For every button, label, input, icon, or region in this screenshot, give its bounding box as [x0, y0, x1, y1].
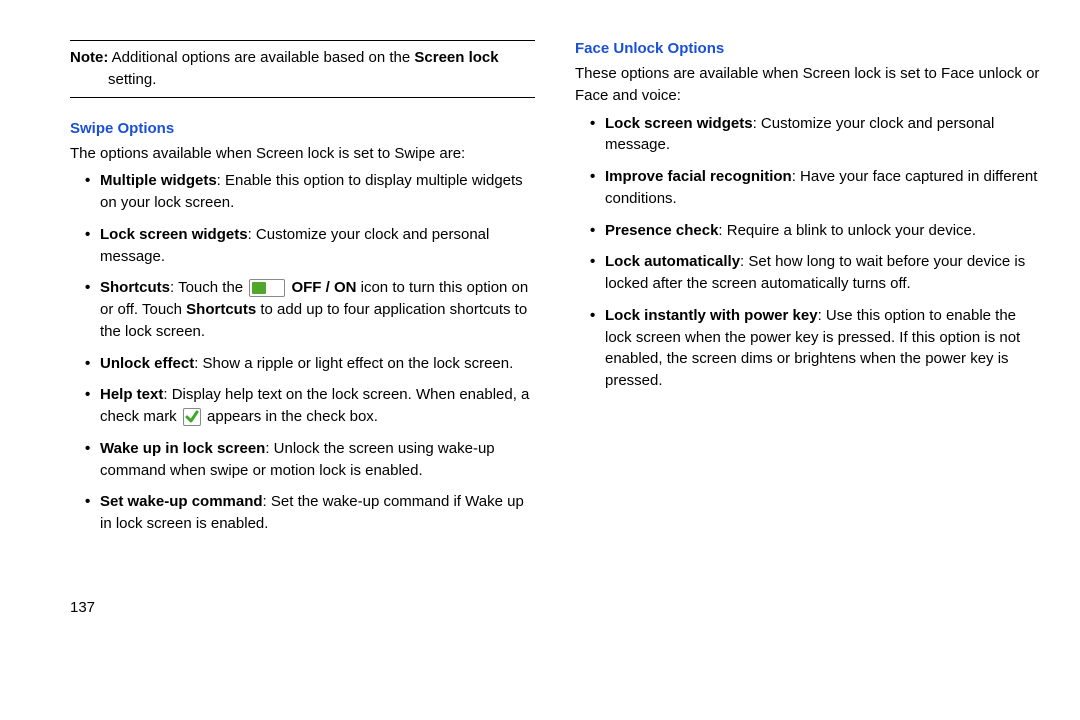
divider — [70, 97, 535, 98]
item-desc: : Require a blink to unlock your device. — [718, 222, 976, 239]
item-term: Lock automatically — [605, 253, 740, 270]
item-post: appears in the check box. — [203, 408, 378, 425]
note-text2: setting. — [108, 71, 156, 88]
right-column: Face Unlock Options These options are av… — [575, 40, 1040, 700]
divider — [70, 40, 535, 41]
item-term: Lock screen widgets — [100, 226, 248, 243]
list-item: Lock instantly with power key: Use this … — [593, 305, 1040, 392]
note-bold: Screen lock — [414, 49, 498, 66]
face-unlock-heading: Face Unlock Options — [575, 40, 1040, 57]
note-block: Note: Additional options are available b… — [70, 47, 535, 91]
list-item: Wake up in lock screen: Unlock the scree… — [88, 438, 535, 482]
item-term: Wake up in lock screen — [100, 440, 265, 457]
list-item: Lock automatically: Set how long to wait… — [593, 251, 1040, 295]
list-item: Multiple widgets: Enable this option to … — [88, 170, 535, 214]
list-item: Set wake-up command: Set the wake-up com… — [88, 491, 535, 535]
list-item: Improve facial recognition: Have your fa… — [593, 166, 1040, 210]
list-item: Presence check: Require a blink to unloc… — [593, 220, 1040, 242]
list-item: Shortcuts: Touch the OFF / ON icon to tu… — [88, 277, 535, 342]
item-term: Set wake-up command — [100, 493, 263, 510]
swipe-options-list: Multiple widgets: Enable this option to … — [70, 170, 535, 535]
swipe-intro: The options available when Screen lock i… — [70, 143, 535, 165]
face-options-list: Lock screen widgets: Customize your cloc… — [575, 113, 1040, 392]
item-term: Improve facial recognition — [605, 168, 792, 185]
item-term: Lock instantly with power key — [605, 307, 818, 324]
manual-page: Note: Additional options are available b… — [0, 0, 1080, 720]
checkmark-icon — [183, 408, 201, 426]
item-term: Presence check — [605, 222, 718, 239]
list-item: Lock screen widgets: Customize your cloc… — [593, 113, 1040, 157]
left-column: Note: Additional options are available b… — [70, 40, 535, 700]
list-item: Help text: Display help text on the lock… — [88, 384, 535, 428]
item-mid-bold: OFF / ON — [287, 279, 356, 296]
item-term: Unlock effect — [100, 355, 194, 372]
swipe-options-heading: Swipe Options — [70, 120, 535, 137]
item-mid-bold2: Shortcuts — [186, 301, 256, 318]
face-intro: These options are available when Screen … — [575, 63, 1040, 107]
item-pre: : Touch the — [170, 279, 247, 296]
note-text1: Additional options are available based o… — [108, 49, 414, 66]
item-term: Lock screen widgets — [605, 115, 753, 132]
item-desc: : Show a ripple or light effect on the l… — [194, 355, 513, 372]
item-term: Shortcuts — [100, 279, 170, 296]
item-term: Multiple widgets — [100, 172, 217, 189]
note-label: Note: — [70, 49, 108, 66]
list-item: Lock screen widgets: Customize your cloc… — [88, 224, 535, 268]
page-number: 137 — [70, 599, 535, 616]
toggle-off-on-icon — [249, 279, 285, 297]
item-term: Help text — [100, 386, 163, 403]
list-item: Unlock effect: Show a ripple or light ef… — [88, 353, 535, 375]
